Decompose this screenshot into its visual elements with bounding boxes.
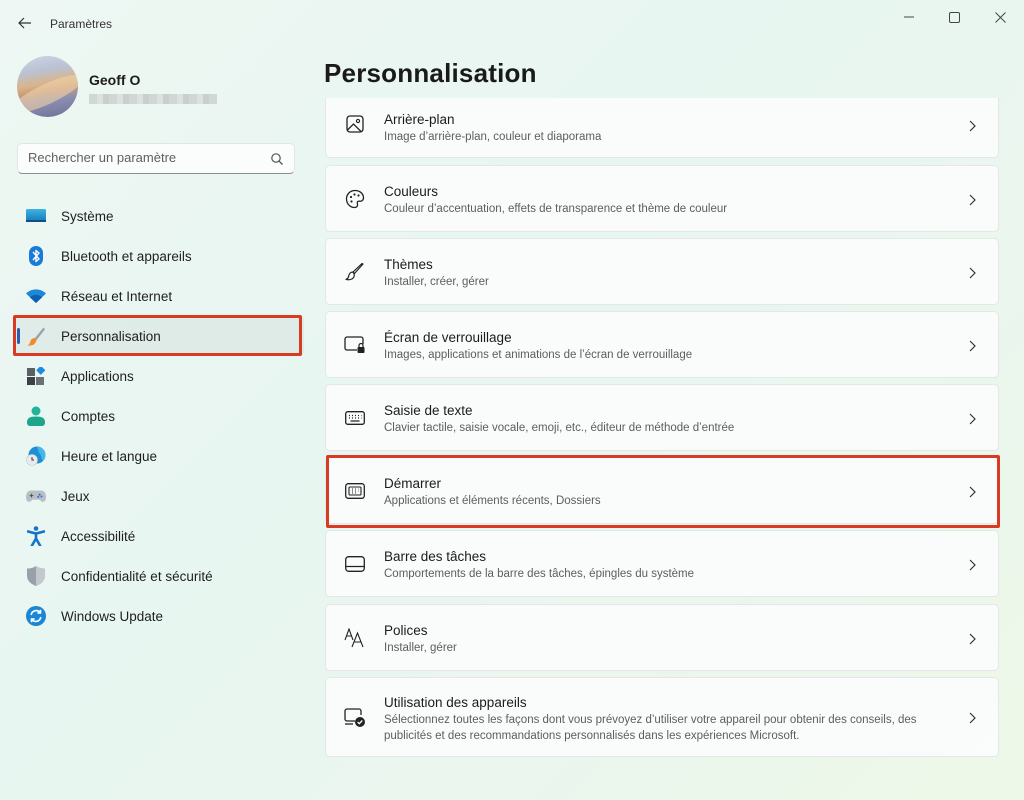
- chevron-right-icon: [966, 632, 978, 646]
- fonts-icon: [344, 627, 366, 649]
- sidebar-item-label: Heure et langue: [61, 448, 158, 464]
- settings-list: Arrière-plan Image d’arrière-plan, coule…: [325, 98, 999, 800]
- card-title: Utilisation des appareils: [384, 695, 527, 710]
- paintbrush-icon: [26, 326, 46, 346]
- chevron-right-icon: [966, 485, 978, 499]
- card-couleurs[interactable]: Couleurs Couleur d’accentuation, effets …: [325, 165, 999, 232]
- card-saisie-texte[interactable]: Saisie de texte Clavier tactile, saisie …: [325, 384, 999, 451]
- card-title: Saisie de texte: [384, 403, 473, 418]
- sidebar-item-label: Accessibilité: [61, 528, 136, 544]
- avatar: [17, 56, 78, 117]
- time-language-icon: [26, 446, 46, 466]
- close-icon: [994, 11, 1006, 23]
- sidebar-item-systeme[interactable]: Système: [14, 196, 304, 236]
- user-name: Geoff O: [89, 72, 141, 88]
- taskbar-icon: [344, 553, 366, 575]
- sidebar-item-label: Personnalisation: [61, 328, 161, 344]
- sidebar-item-windows-update[interactable]: Windows Update: [14, 596, 304, 636]
- sidebar-item-accessibilite[interactable]: Accessibilité: [14, 516, 304, 556]
- chevron-right-icon: [966, 119, 978, 133]
- card-title: Thèmes: [384, 257, 433, 272]
- chevron-right-icon: [966, 339, 978, 353]
- maximize-button[interactable]: [934, 4, 974, 30]
- system-icon: [26, 206, 46, 226]
- card-utilisation-appareils[interactable]: Utilisation des appareils Sélectionnez t…: [325, 677, 999, 757]
- minimize-icon: [904, 16, 914, 18]
- keyboard-icon: [344, 407, 366, 429]
- sidebar-item-label: Réseau et Internet: [61, 288, 173, 304]
- chevron-right-icon: [966, 266, 978, 280]
- bluetooth-icon: [26, 246, 46, 266]
- app-title: Paramètres: [50, 17, 113, 31]
- sidebar-item-applications[interactable]: Applications: [14, 356, 304, 396]
- gamepad-icon: [26, 486, 46, 506]
- accessibility-icon: [26, 526, 46, 546]
- card-subtitle: Images, applications et animations de l’…: [384, 349, 693, 361]
- card-title: Écran de verrouillage: [384, 330, 512, 345]
- card-arriere-plan[interactable]: Arrière-plan Image d’arrière-plan, coule…: [325, 98, 999, 158]
- device-usage-icon: [344, 707, 366, 729]
- back-button[interactable]: [12, 10, 38, 36]
- wifi-icon: [26, 286, 46, 306]
- maximize-icon: [948, 11, 960, 23]
- sidebar-item-jeux[interactable]: Jeux: [14, 476, 304, 516]
- card-title: Couleurs: [384, 184, 439, 199]
- sidebar-item-label: Jeux: [61, 488, 90, 504]
- card-demarrer[interactable]: Démarrer Applications et éléments récent…: [325, 457, 999, 524]
- sidebar-item-confidentialite[interactable]: Confidentialité et sécurité: [14, 556, 304, 596]
- chevron-right-icon: [966, 193, 978, 207]
- card-ecran-verrouillage[interactable]: Écran de verrouillage Images, applicatio…: [325, 311, 999, 378]
- close-button[interactable]: [980, 4, 1020, 30]
- card-subtitle: Installer, gérer: [384, 642, 457, 654]
- card-title: Barre des tâches: [384, 549, 487, 564]
- card-subtitle: Couleur d’accentuation, effets de transp…: [384, 203, 728, 215]
- sidebar-item-label: Confidentialité et sécurité: [61, 568, 213, 584]
- arrow-left-icon: [18, 17, 31, 29]
- shield-icon: [26, 566, 46, 586]
- sidebar-item-label: Comptes: [61, 408, 116, 424]
- sidebar-item-label: Windows Update: [61, 608, 164, 624]
- chevron-right-icon: [966, 412, 978, 426]
- user-email-redacted: [89, 94, 217, 104]
- search-box[interactable]: [17, 143, 295, 174]
- brush-icon: [344, 261, 366, 283]
- chevron-right-icon: [966, 711, 978, 725]
- sidebar-item-label: Bluetooth et appareils: [61, 248, 192, 264]
- card-polices[interactable]: Polices Installer, gérer: [325, 604, 999, 671]
- apps-icon: [26, 366, 46, 386]
- card-barre-taches[interactable]: Barre des tâches Comportements de la bar…: [325, 530, 999, 597]
- account-icon: [26, 406, 46, 426]
- palette-icon: [344, 188, 366, 210]
- sidebar-item-label: Système: [61, 208, 114, 224]
- card-title: Démarrer: [384, 476, 442, 491]
- chevron-right-icon: [966, 558, 978, 572]
- minimize-button[interactable]: [889, 4, 929, 30]
- page-title: Personnalisation: [324, 58, 537, 88]
- card-subtitle: Sélectionnez toutes les façons dont vous…: [384, 714, 917, 742]
- sidebar-item-heure-langue[interactable]: Heure et langue: [14, 436, 304, 476]
- card-subtitle: Applications et éléments récents, Dossie…: [384, 495, 601, 507]
- sidebar-item-personnalisation[interactable]: Personnalisation: [14, 316, 304, 356]
- card-themes[interactable]: Thèmes Installer, créer, gérer: [325, 238, 999, 305]
- sidebar-item-comptes[interactable]: Comptes: [14, 396, 304, 436]
- image-icon: [344, 113, 366, 135]
- search-icon: [271, 153, 283, 165]
- sidebar-nav: Système Bluetooth et appareils Réseau et…: [14, 196, 304, 636]
- start-icon: [344, 480, 366, 502]
- lock-screen-icon: [344, 334, 366, 356]
- card-subtitle: Comportements de la barre des tâches, ép…: [384, 568, 695, 580]
- search-input[interactable]: [28, 150, 258, 165]
- sidebar-item-label: Applications: [61, 368, 134, 384]
- card-title: Arrière-plan: [384, 112, 455, 127]
- update-icon: [26, 606, 46, 626]
- sidebar-item-bluetooth[interactable]: Bluetooth et appareils: [14, 236, 304, 276]
- title-bar: Paramètres: [0, 0, 1024, 48]
- card-subtitle: Clavier tactile, saisie vocale, emoji, e…: [384, 422, 735, 434]
- sidebar-item-reseau[interactable]: Réseau et Internet: [14, 276, 304, 316]
- card-subtitle: Image d’arrière-plan, couleur et diapora…: [384, 131, 602, 143]
- card-title: Polices: [384, 623, 428, 638]
- card-subtitle: Installer, créer, gérer: [384, 276, 489, 288]
